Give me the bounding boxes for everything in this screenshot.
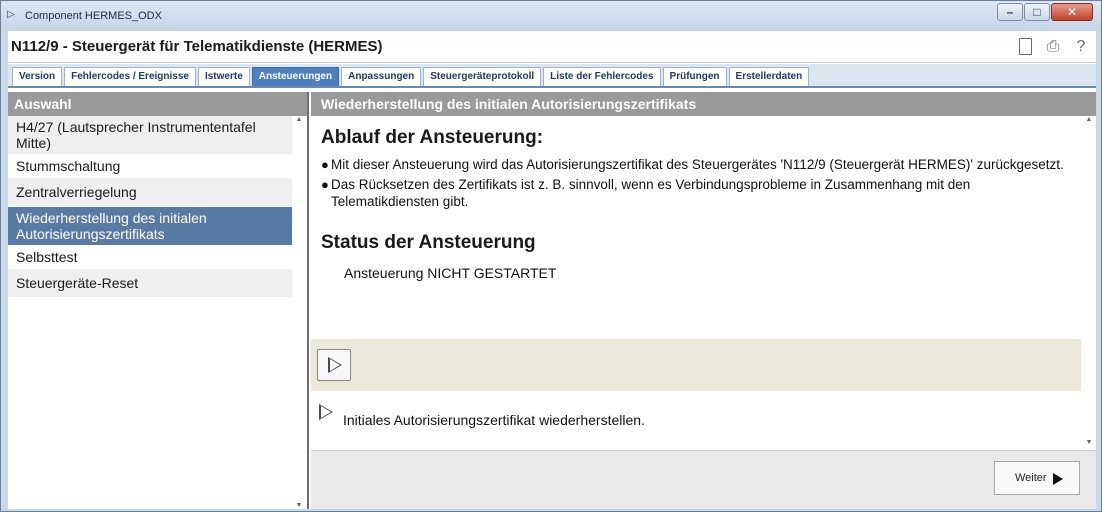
tab-ansteuerungen[interactable]: Ansteuerungen — [251, 67, 340, 86]
print-icon[interactable]: ⎙ — [1044, 37, 1062, 57]
window-title: Component HERMES_ODX — [25, 10, 162, 22]
tab-fehlercodes[interactable]: Fehlercodes / Ereignisse — [64, 67, 196, 86]
selection-panel-heading: Auswahl — [8, 92, 307, 116]
procedure-bullet: ● Mit dieser Ansteuerung wird das Autori… — [321, 156, 1076, 173]
scroll-down-icon[interactable]: ▼ — [293, 502, 305, 509]
tab-erstellerdaten[interactable]: Erstellerdaten — [728, 67, 810, 86]
procedure-heading: Ablauf der Ansteuerung: — [321, 127, 544, 148]
tab-pruefungen[interactable]: Prüfungen — [662, 67, 727, 86]
title-bar[interactable]: ▷ Component HERMES_ODX – □ ✕ — [1, 1, 1101, 31]
list-item-lautsprecher[interactable]: H4/27 (Lautsprecher Instrumententafel Mi… — [8, 116, 292, 155]
detail-panel-heading: Wiederherstellung des initialen Autorisi… — [311, 92, 1096, 116]
list-item-zertifikat[interactable]: Wiederherstellung des initialen Autorisi… — [8, 207, 292, 246]
list-item-selbsttest[interactable]: Selbsttest — [8, 246, 292, 269]
tab-anpassungen[interactable]: Anpassungen — [341, 67, 422, 86]
selection-scrollbar[interactable]: ▲ ▼ — [293, 116, 305, 509]
minimize-icon: – — [1006, 5, 1014, 19]
detail-panel: Wiederherstellung des initialen Autorisi… — [311, 92, 1096, 509]
next-label: Weiter — [1015, 472, 1047, 484]
client-area: N112/9 - Steuergerät für Telematikdienst… — [8, 31, 1096, 509]
tab-steuergeraeteprotokoll[interactable]: Steuergeräteprotokoll — [423, 67, 542, 86]
window-controls: – □ ✕ — [996, 3, 1093, 23]
minimize-button[interactable]: – — [997, 3, 1023, 21]
page-header: N112/9 - Steuergerät für Telematikdienst… — [8, 31, 1096, 63]
procedure-bullet-text: Das Rücksetzen des Zertifikats ist z. B.… — [331, 177, 971, 209]
detail-content: Ablauf der Ansteuerung: ● Mit dieser Ans… — [321, 124, 1076, 281]
tab-version[interactable]: Version — [12, 67, 63, 86]
procedure-bullet: ● Das Rücksetzen des Zertifikats ist z. … — [321, 176, 1076, 210]
close-icon: ✕ — [1066, 5, 1078, 19]
help-icon[interactable]: ? — [1072, 37, 1090, 57]
bullet-icon: ● — [321, 157, 329, 172]
app-icon: ▷ — [7, 9, 15, 20]
header-toolbar: ⎙ ? — [1016, 37, 1090, 57]
maximize-button[interactable]: □ — [1024, 3, 1050, 21]
scroll-down-icon[interactable]: ▼ — [1084, 439, 1094, 446]
procedure-bullet-text: Mit dieser Ansteuerung wird das Autorisi… — [331, 157, 1064, 172]
next-button[interactable]: Weiter — [994, 461, 1080, 495]
list-item-zentralverriegelung[interactable]: Zentralverriegelung — [8, 178, 292, 207]
scroll-up-icon[interactable]: ▲ — [1084, 116, 1094, 123]
scroll-up-icon[interactable]: ▲ — [293, 116, 305, 123]
selection-panel: Auswahl H4/27 (Lautsprecher Instrumenten… — [8, 92, 309, 509]
next-arrow-icon — [1053, 473, 1063, 485]
page-title: N112/9 - Steuergerät für Telematikdienst… — [11, 38, 383, 55]
action-label: Initiales Autorisierungszertifikat wiede… — [343, 412, 645, 428]
footer-bar: Weiter — [311, 450, 1096, 509]
bullet-icon: ● — [321, 177, 329, 192]
status-text: Ansteuerung NICHT GESTARTET — [344, 265, 557, 281]
selection-list: H4/27 (Lautsprecher Instrumententafel Mi… — [8, 116, 292, 298]
start-button[interactable] — [317, 349, 351, 381]
document-icon[interactable] — [1016, 37, 1034, 57]
tab-liste-fehlercodes[interactable]: Liste der Fehlercodes — [543, 67, 661, 86]
maximize-icon: □ — [1033, 5, 1041, 19]
close-button[interactable]: ✕ — [1051, 3, 1093, 21]
application-window: ▷ Component HERMES_ODX – □ ✕ N112/9 - St… — [0, 0, 1102, 512]
detail-scrollbar[interactable]: ▲ ▼ — [1084, 116, 1094, 446]
action-band — [311, 339, 1081, 391]
tab-strip: Version Fehlercodes / Ereignisse Istwert… — [8, 64, 1096, 88]
tab-istwerte[interactable]: Istwerte — [197, 67, 250, 86]
status-heading: Status der Ansteuerung — [321, 232, 536, 253]
list-item-reset[interactable]: Steuergeräte-Reset — [8, 269, 292, 298]
list-item-stummschaltung[interactable]: Stummschaltung — [8, 155, 292, 178]
procedure-list: ● Mit dieser Ansteuerung wird das Autori… — [321, 156, 1076, 210]
